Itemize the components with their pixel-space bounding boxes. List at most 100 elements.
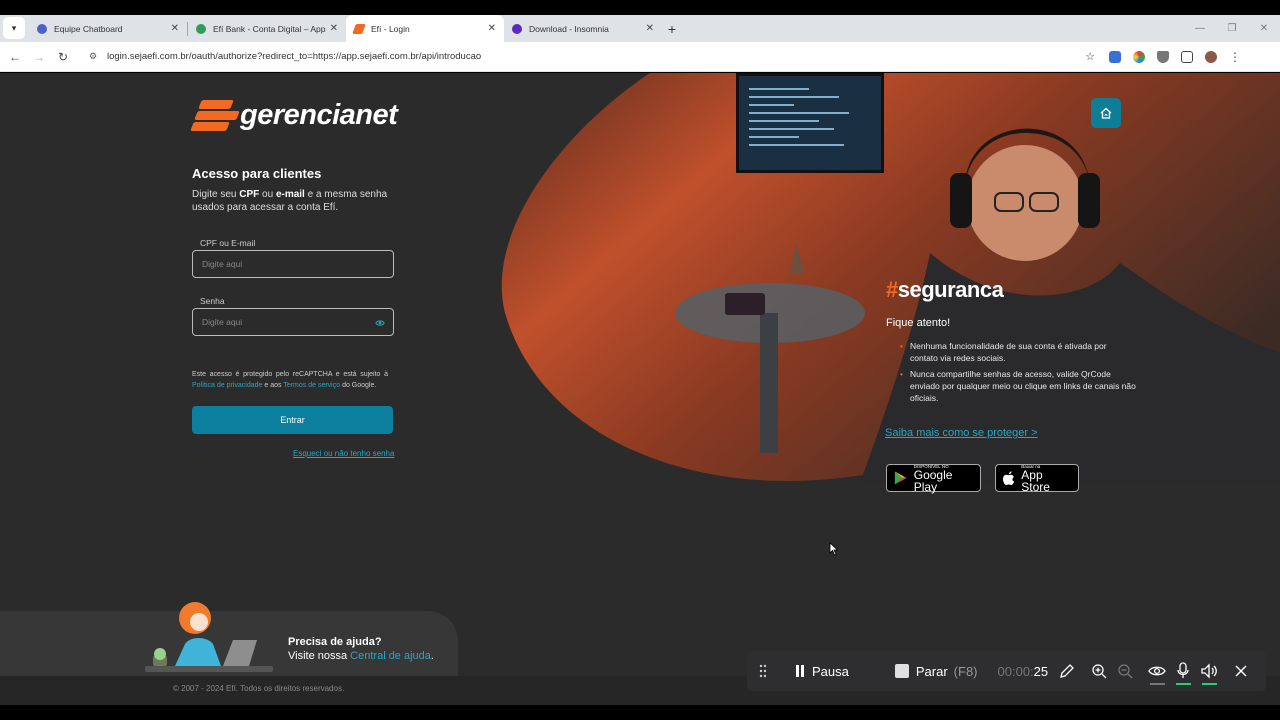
reload-icon[interactable]: ↻	[51, 50, 75, 64]
zoom-out-button[interactable]	[1112, 651, 1138, 691]
hashtag-symbol: #	[886, 277, 898, 302]
pause-label: Pausa	[812, 663, 849, 679]
tab-title: Efí - Login	[371, 23, 410, 34]
help-subtitle: Visite nossa Central de ajuda.	[288, 650, 434, 662]
tab-favicon-icon	[37, 23, 47, 34]
attention-heading: Fique atento!	[886, 317, 951, 329]
timer-seconds: 25	[1033, 663, 1049, 679]
desc-text: Digite seu	[192, 189, 240, 200]
tab-download-insomnia[interactable]: Download - Insomnia ✕	[504, 15, 662, 42]
google-play-badge[interactable]: DISPONÍVEL NO Google Play	[886, 464, 981, 493]
tab-efi-login[interactable]: Efí - Login ✕	[346, 15, 504, 42]
address-bar[interactable]: ⚙ login.sejaefi.com.br/oauth/authorize?r…	[81, 46, 1103, 68]
webcam-toggle[interactable]	[1144, 651, 1170, 691]
login-submit-button[interactable]: Entrar	[192, 406, 393, 434]
minimize-icon[interactable]: —	[1184, 23, 1216, 34]
close-icon[interactable]: ✕	[330, 23, 338, 34]
terms-of-service-link[interactable]: Termos de serviço	[283, 382, 340, 389]
login-page: gerencianet Acesso para clientes Digite …	[0, 73, 1280, 705]
extension-translate-icon[interactable]	[1103, 46, 1127, 68]
stop-shortcut: (F8)	[953, 663, 978, 679]
recaptcha-text: do Google.	[340, 382, 377, 389]
timer-dim: 00:00:	[997, 663, 1034, 679]
tab-efi-bank-apps[interactable]: Efí Bank - Conta Digital – Apps ✕	[188, 15, 346, 42]
cpf-email-label: CPF ou E-mail	[200, 238, 256, 248]
close-icon[interactable]: ✕	[646, 23, 654, 34]
browser-menu-icon[interactable]: ⋮	[1223, 46, 1247, 68]
window-close-icon[interactable]: ✕	[1248, 23, 1280, 34]
learn-more-link[interactable]: Saiba mais como se proteger >	[885, 427, 1038, 439]
eye-icon	[1148, 666, 1166, 676]
tab-search-button[interactable]: ▾	[3, 17, 25, 39]
pencil-icon	[1060, 664, 1075, 678]
bookmark-star-icon[interactable]: ☆	[1085, 50, 1095, 63]
forward-arrow-icon[interactable]: →	[27, 50, 51, 64]
top-black-strip	[0, 0, 1280, 15]
screen-recorder-toolbar: Pausa Parar (F8) 00:00:25	[747, 651, 1266, 691]
stop-label: Parar	[915, 663, 948, 679]
cpf-email-input[interactable]	[193, 251, 393, 277]
help-center-link[interactable]: Central de ajuda	[350, 650, 431, 662]
support-agent-illustration	[145, 602, 273, 672]
monitor-illustration	[736, 73, 884, 173]
recaptcha-text: Este acesso é protegido pelo reCAPTCHA e…	[192, 371, 388, 378]
profile-avatar-icon[interactable]	[1199, 46, 1223, 68]
restore-icon[interactable]: ❐	[1216, 23, 1248, 34]
pause-icon	[796, 665, 804, 677]
screen: ▾ Equipe Chatboard ✕ Efí Bank - Conta Di…	[0, 0, 1280, 720]
drag-handle[interactable]	[759, 651, 767, 691]
hashtag-word: seguranca	[897, 277, 1004, 302]
brand-logo[interactable]: gerencianet	[190, 97, 398, 133]
help-prefix: Visite nossa	[288, 650, 351, 662]
desc-email: e-mail	[275, 189, 305, 200]
security-tips: Nenhuma funcionalidade de sua conta é at…	[886, 340, 1136, 404]
eye-icon[interactable]	[375, 318, 385, 328]
browser-tab-bar: ▾ Equipe Chatboard ✕ Efí Bank - Conta Di…	[0, 15, 1280, 42]
login-description: Digite seu CPF ou e-mail e a mesma senha…	[192, 188, 392, 214]
password-input[interactable]	[193, 309, 393, 335]
tab-title: Efí Bank - Conta Digital – Apps	[213, 23, 326, 34]
mouse-cursor-icon	[829, 542, 839, 556]
microphone-toggle[interactable]	[1170, 651, 1196, 691]
help-title: Precisa de ajuda?	[288, 636, 382, 648]
home-button[interactable]	[1091, 98, 1121, 128]
app-store-text: Baixar na App Store	[1021, 464, 1072, 493]
microphone-indicator	[1176, 683, 1192, 685]
desc-text: ou	[259, 189, 276, 200]
google-play-text: DISPONÍVEL NO Google Play	[914, 464, 974, 493]
forgot-password-link[interactable]: Esqueci ou não tenho senha	[293, 449, 394, 458]
cpf-email-field	[192, 250, 394, 278]
security-info: #seguranca Fique atento! Nenhuma funcion…	[886, 277, 1136, 408]
site-settings-icon[interactable]: ⚙	[89, 51, 101, 62]
close-icon[interactable]: ✕	[171, 23, 179, 34]
tab-equipe-chatboard[interactable]: Equipe Chatboard ✕	[29, 15, 187, 42]
home-icon	[1100, 107, 1112, 119]
password-label: Senha	[200, 296, 225, 306]
close-recorder-button[interactable]	[1228, 651, 1254, 691]
app-store-badge[interactable]: Baixar na App Store	[995, 464, 1079, 493]
tab-title: Equipe Chatboard	[54, 23, 123, 34]
stop-button[interactable]: Parar (F8)	[894, 651, 978, 691]
extension-color-icon[interactable]	[1127, 46, 1151, 68]
list-item: Nenhuma funcionalidade de sua conta é at…	[900, 340, 1136, 364]
back-arrow-icon[interactable]: ←	[3, 50, 27, 64]
tab-title: Download - Insomnia	[529, 23, 609, 34]
zoom-out-icon	[1118, 664, 1133, 679]
store-big-text: Google Play	[913, 467, 953, 494]
copyright-text: © 2007 - 2024 Efí. Todos os direitos res…	[173, 684, 345, 693]
draw-button[interactable]	[1054, 651, 1080, 691]
pause-button[interactable]: Pausa	[795, 651, 849, 691]
window-controls: — ❐ ✕	[1184, 15, 1280, 42]
zoom-in-button[interactable]	[1086, 651, 1112, 691]
close-icon[interactable]: ✕	[488, 23, 496, 34]
speaker-toggle[interactable]	[1196, 651, 1222, 691]
drag-handle-icon	[759, 664, 767, 678]
zoom-in-icon	[1092, 664, 1107, 679]
extension-shield-icon[interactable]	[1151, 46, 1175, 68]
privacy-policy-link[interactable]: Política de privacidade	[192, 382, 262, 389]
speaker-indicator	[1202, 683, 1218, 685]
extensions-puzzle-icon[interactable]	[1175, 46, 1199, 68]
new-tab-button[interactable]: +	[662, 15, 682, 42]
help-suffix: .	[430, 650, 434, 662]
list-item: Nunca compartilhe senhas de acesso, vali…	[900, 368, 1136, 404]
